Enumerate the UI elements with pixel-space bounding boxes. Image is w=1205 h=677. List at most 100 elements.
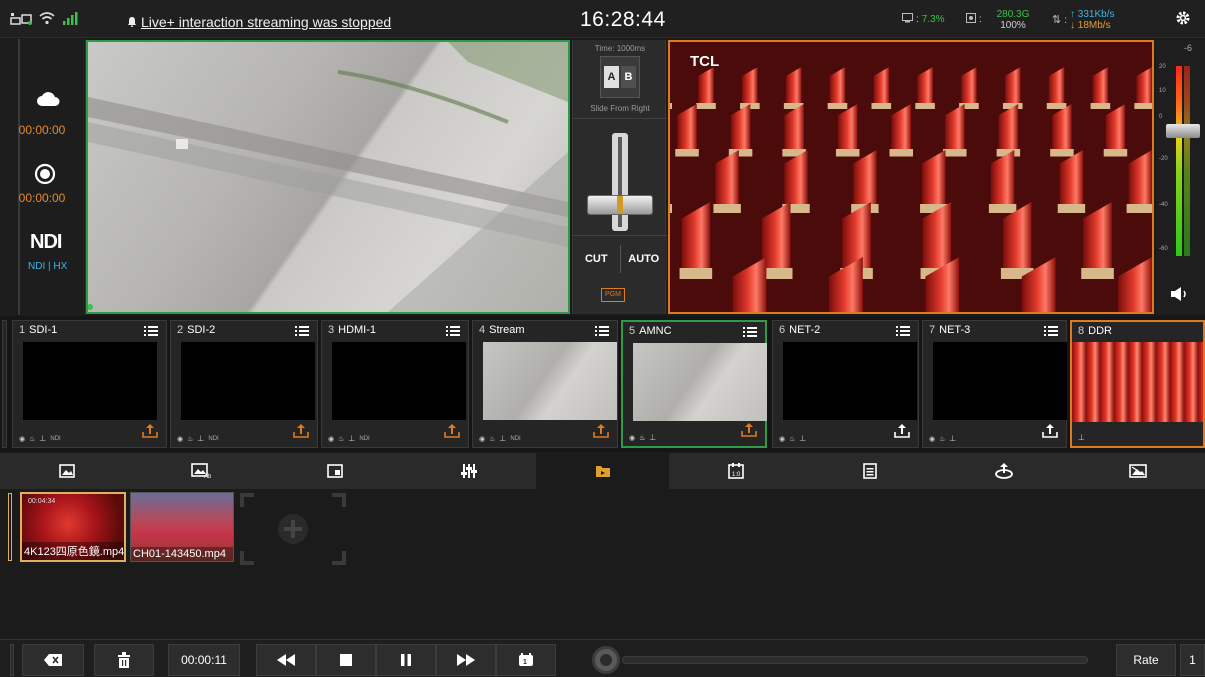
source-menu-icon[interactable] xyxy=(446,324,460,342)
record-dot-icon: ◉ xyxy=(629,434,636,442)
source-menu-icon[interactable] xyxy=(743,325,757,343)
tab-audio-mixer[interactable] xyxy=(402,453,536,489)
source-strip: 1 SDI-1 ◉ ♨ ⊥ NDI 2 SDI-2 ◉ ♨ ⊥ NDI 3 HDMI-1 ◉ ♨ ⊥ NDI 4 St… xyxy=(0,316,1205,452)
source-menu-icon[interactable] xyxy=(595,324,609,342)
wifi-icon xyxy=(39,11,55,30)
person-icon: ⊥ xyxy=(197,434,205,443)
tab-image[interactable] xyxy=(0,453,134,489)
backspace-icon xyxy=(44,654,62,666)
stream-icon: ♨ xyxy=(939,435,946,443)
scrubber-knob[interactable] xyxy=(592,646,620,674)
rate-value[interactable]: 1 xyxy=(1180,644,1205,676)
source-menu-icon[interactable] xyxy=(896,324,910,342)
media-clip[interactable]: CH01-143450.mp4 xyxy=(130,492,234,562)
playback-scrubber[interactable] xyxy=(592,644,1096,676)
source-status-icons: ◉ ♨ ⊥ xyxy=(929,434,960,443)
cpu-value: 7.3% xyxy=(921,14,945,25)
source-menu-icon[interactable] xyxy=(144,324,158,342)
cloud-stream-icon[interactable] xyxy=(36,91,60,112)
cpu-icon xyxy=(902,13,913,26)
rewind-button[interactable] xyxy=(256,644,316,676)
stream-icon: ♨ xyxy=(187,435,194,443)
ndi-logo[interactable]: NDI xyxy=(30,231,62,254)
folder-icon xyxy=(595,466,610,477)
source-status-icons: ◉ ♨ ⊥ xyxy=(629,433,660,442)
pgm-badge[interactable]: PGM xyxy=(601,288,625,302)
source-tile[interactable]: 4 Stream ◉ ♨ ⊥ NDI xyxy=(472,320,618,448)
source-thumbnail xyxy=(783,342,917,420)
source-tag: NDI xyxy=(510,435,521,442)
source-tile[interactable]: 7 NET-3 ◉ ♨ ⊥ xyxy=(922,320,1067,448)
tab-aspect[interactable]: 1:0 xyxy=(669,453,803,489)
auto-button[interactable]: AUTO xyxy=(620,237,667,281)
t-bar xyxy=(573,118,667,236)
source-upload-icon[interactable] xyxy=(741,423,757,442)
tab-stream-output[interactable] xyxy=(937,453,1071,489)
tab-notes[interactable] xyxy=(803,453,937,489)
stop-button[interactable] xyxy=(316,644,376,676)
settings-gear-icon[interactable] xyxy=(1175,10,1191,31)
record-icon[interactable] xyxy=(34,163,56,190)
t-bar-handle[interactable] xyxy=(587,195,653,215)
source-tile[interactable]: 8 DDR ⊥ xyxy=(1070,320,1205,448)
preview-video xyxy=(88,42,568,312)
db-scale-label: 0 xyxy=(1159,114,1163,120)
stream-icon: ♨ xyxy=(639,434,646,442)
source-upload-icon[interactable] xyxy=(142,424,158,443)
source-tile[interactable]: 5 AMNC ◉ ♨ ⊥ xyxy=(621,320,767,448)
cellular-signal-icon xyxy=(62,11,78,30)
source-status-icons: ◉ ♨ ⊥ NDI xyxy=(177,434,219,443)
source-name: SDI-1 xyxy=(29,324,58,336)
source-name: DDR xyxy=(1088,325,1112,337)
db-scale-label: -60 xyxy=(1159,246,1168,252)
loop-button[interactable]: 1 xyxy=(496,644,556,676)
transition-ab-toggle[interactable]: A B xyxy=(600,56,640,98)
source-number: 6 xyxy=(779,324,786,336)
transition-b: B xyxy=(621,66,636,88)
source-menu-icon[interactable] xyxy=(1044,324,1058,342)
db-scale-label: -40 xyxy=(1159,202,1168,208)
tab-image-text[interactable]: Abc xyxy=(134,453,268,489)
overlay-icon xyxy=(1129,464,1147,478)
source-menu-icon[interactable] xyxy=(295,324,309,342)
pause-button[interactable] xyxy=(376,644,436,676)
source-upload-icon[interactable] xyxy=(444,424,460,443)
transition-a: A xyxy=(604,66,619,88)
source-tile[interactable]: 6 NET-2 ◉ ♨ ⊥ xyxy=(772,320,919,448)
person-icon: ⊥ xyxy=(39,434,47,443)
source-name: Stream xyxy=(489,324,525,336)
source-upload-icon[interactable] xyxy=(894,424,910,443)
media-clip[interactable]: 00:04:34 4K123四原色鏡.mp4 xyxy=(20,492,126,562)
stream-notice-link[interactable]: Live+ interaction streaming was stopped xyxy=(128,14,391,30)
add-media-button[interactable] xyxy=(240,493,346,565)
program-monitor[interactable]: TCL xyxy=(668,40,1154,314)
cut-button[interactable]: CUT xyxy=(573,237,620,281)
source-tile[interactable]: 1 SDI-1 ◉ ♨ ⊥ NDI xyxy=(12,320,167,448)
source-thumbnail xyxy=(181,342,315,420)
record-dot-icon: ◉ xyxy=(19,435,26,443)
source-upload-icon[interactable] xyxy=(593,424,609,443)
transport-bar: 00:00:11 1 Rate 1 xyxy=(0,639,1205,677)
tab-overlay[interactable] xyxy=(1071,453,1205,489)
tab-pip[interactable] xyxy=(268,453,402,489)
source-tile[interactable]: 2 SDI-2 ◉ ♨ ⊥ NDI xyxy=(170,320,318,448)
stream-icon: ♨ xyxy=(29,435,36,443)
source-upload-icon[interactable] xyxy=(1042,424,1058,443)
pause-icon xyxy=(401,654,411,666)
delete-clip-button[interactable] xyxy=(22,644,84,676)
scrubber-track[interactable] xyxy=(622,656,1088,664)
image-text-icon: Abc xyxy=(191,463,211,479)
source-upload-icon[interactable] xyxy=(293,424,309,443)
tab-media-folder[interactable] xyxy=(535,453,670,489)
playback-time: 00:00:11 xyxy=(168,644,240,676)
person-icon: ⊥ xyxy=(799,434,807,443)
source-tile[interactable]: 3 HDMI-1 ◉ ♨ ⊥ NDI xyxy=(321,320,469,448)
fast-forward-button[interactable] xyxy=(436,644,496,676)
stream-output-icon xyxy=(995,463,1014,479)
audio-fader[interactable] xyxy=(1166,124,1200,138)
svg-text:Abc: Abc xyxy=(204,474,211,479)
stream-icon: ♨ xyxy=(789,435,796,443)
speaker-icon[interactable] xyxy=(1171,286,1191,307)
preview-monitor[interactable] xyxy=(86,40,570,314)
clear-list-button[interactable] xyxy=(94,644,154,676)
